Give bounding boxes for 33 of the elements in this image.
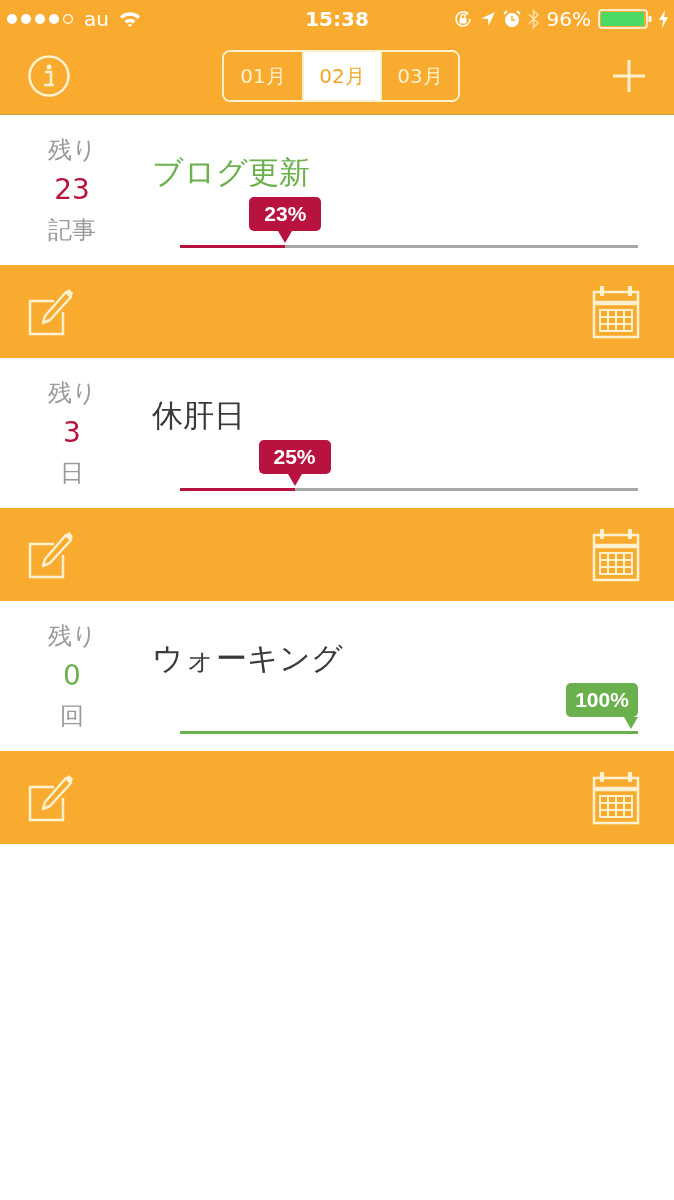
remaining-count: 0 <box>63 658 81 694</box>
unit-label: 回 <box>60 701 84 732</box>
edit-icon[interactable] <box>28 287 74 336</box>
alarm-clock-icon <box>502 10 521 28</box>
calendar-icon[interactable] <box>592 527 640 582</box>
remaining-count: 3 <box>63 415 81 451</box>
remaining-count: 23 <box>54 172 90 208</box>
edit-icon[interactable] <box>28 530 74 579</box>
remaining-label: 残り <box>47 621 97 652</box>
month-tab[interactable]: 03月 <box>380 52 458 100</box>
carrier-name: au <box>84 9 109 29</box>
month-tab[interactable]: 02月 <box>302 52 380 100</box>
edit-icon[interactable] <box>28 773 74 822</box>
info-icon[interactable] <box>28 55 70 97</box>
goal-title: 休肝日 <box>152 396 245 435</box>
charging-bolt-icon <box>659 10 668 28</box>
unit-label: 記事 <box>48 215 96 246</box>
battery-icon <box>598 9 652 29</box>
goal-title: ウォーキング <box>152 639 343 678</box>
unit-label: 日 <box>60 458 84 489</box>
wifi-icon <box>118 11 141 27</box>
goal-title: ブログ更新 <box>152 153 310 192</box>
signal-strength-icon <box>6 13 74 25</box>
location-arrow-icon <box>479 11 496 27</box>
orientation-lock-icon <box>452 9 473 29</box>
remaining-label: 残り <box>47 135 97 166</box>
remaining-label: 残り <box>47 378 97 409</box>
status-time: 15:38 <box>305 9 369 29</box>
bluetooth-icon <box>527 9 540 29</box>
calendar-icon[interactable] <box>592 770 640 825</box>
battery-percent: 96% <box>546 9 591 29</box>
add-icon[interactable] <box>612 59 646 93</box>
calendar-icon[interactable] <box>592 284 640 339</box>
